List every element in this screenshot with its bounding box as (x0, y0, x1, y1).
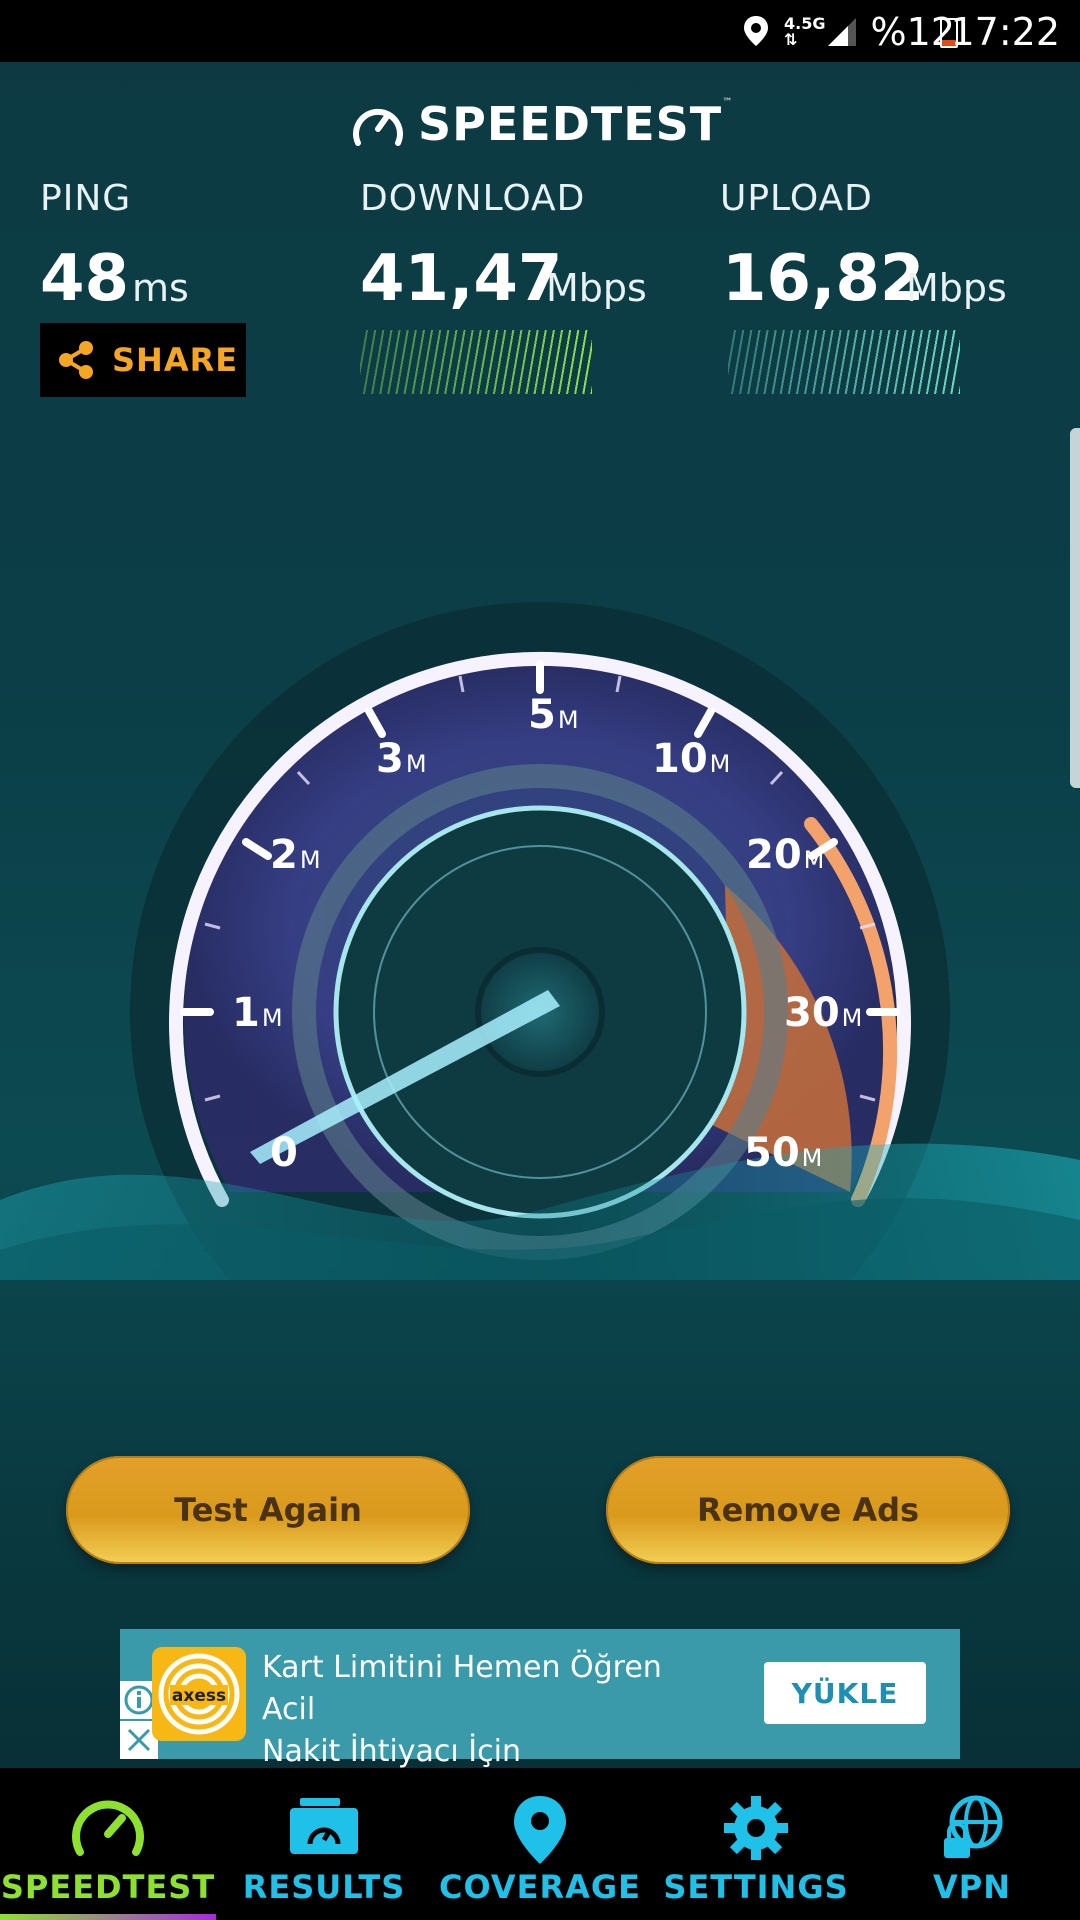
nav-settings-label: SETTINGS (663, 1868, 849, 1906)
globe-lock-icon (944, 1795, 1003, 1858)
upload-unit: Mbps (906, 266, 1007, 310)
download-graph (360, 330, 592, 394)
speed-gauge (0, 560, 1080, 1422)
network-type: 4.5G ⇅ (784, 14, 826, 49)
signal-icon (828, 18, 856, 46)
speedtest-logo: SPEEDTEST™ (350, 96, 733, 152)
nav-results[interactable]: RESULTS (216, 1768, 432, 1920)
nav-coverage-label: COVERAGE (439, 1868, 641, 1906)
ad-install-button[interactable]: YÜKLE (764, 1662, 926, 1724)
ping-value: 48 (40, 242, 130, 316)
nav-vpn-label: VPN (933, 1868, 1011, 1906)
share-button[interactable]: SHARE (40, 323, 246, 397)
upload-graph (728, 330, 960, 394)
ad-line-2: Nakit İhtiyacı İçin (262, 1734, 521, 1769)
tick-0: 0 (270, 1130, 298, 1176)
download-label: DOWNLOAD (360, 178, 586, 219)
upload-label: UPLOAD (720, 178, 873, 219)
gauge-icon (72, 1800, 144, 1856)
tick-30m: 30M (784, 990, 863, 1036)
nav-results-label: RESULTS (242, 1868, 406, 1906)
remove-ads-label: Remove Ads (696, 1491, 920, 1529)
logo-text: SPEEDTEST™ (418, 97, 734, 151)
gauge-graphic (0, 602, 1080, 1422)
ad-line-1: Kart Limitini Hemen Öğren Acil (262, 1650, 662, 1727)
nav-coverage[interactable]: COVERAGE (432, 1768, 648, 1920)
nav-vpn[interactable]: VPN (864, 1768, 1080, 1920)
location-icon (744, 16, 768, 46)
test-again-button[interactable]: Test Again (66, 1456, 470, 1564)
tick-1m: 1M (232, 990, 283, 1036)
tick-50m: 50M (744, 1130, 823, 1176)
tick-2m: 2M (270, 832, 321, 878)
status-bar: 4.5G ⇅ %12 17:22 (0, 0, 1080, 62)
tick-20m: 20M (746, 832, 825, 878)
results-folder-icon (290, 1798, 358, 1854)
upload-value: 16,82 (722, 242, 925, 316)
ping-unit: ms (132, 266, 189, 310)
nav-speedtest[interactable]: SPEEDTEST (0, 1768, 216, 1920)
ping-label: PING (40, 178, 132, 219)
tick-5m: 5M (528, 692, 579, 738)
download-value: 41,47 (360, 242, 563, 316)
speedtest-logo-icon (353, 108, 403, 146)
share-label: SHARE (112, 341, 239, 379)
gear-icon (724, 1796, 788, 1860)
ad-text: Kart Limitini Hemen Öğren Acil Nakit İht… (262, 1647, 722, 1773)
clock: 17:22 (950, 10, 1060, 54)
test-again-label: Test Again (174, 1491, 362, 1529)
tick-3m: 3M (376, 736, 427, 782)
tick-10m: 10M (652, 736, 731, 782)
remove-ads-button[interactable]: Remove Ads (606, 1456, 1010, 1564)
share-icon (59, 341, 93, 379)
nav-settings[interactable]: SETTINGS (648, 1768, 864, 1920)
ad-banner[interactable]: axess Kart Limitini Hemen Öğren Acil Nak… (120, 1629, 960, 1769)
download-unit: Mbps (546, 266, 647, 310)
bottom-nav: SPEEDTEST RESULTS COVERAGE SETTINGS VPN (0, 1768, 1080, 1920)
advertiser-logo: axess (152, 1647, 246, 1741)
nav-speedtest-label: SPEEDTEST (0, 1868, 216, 1906)
advertiser-logo-text: axess (172, 1686, 226, 1706)
location-pin-icon (514, 1796, 566, 1864)
